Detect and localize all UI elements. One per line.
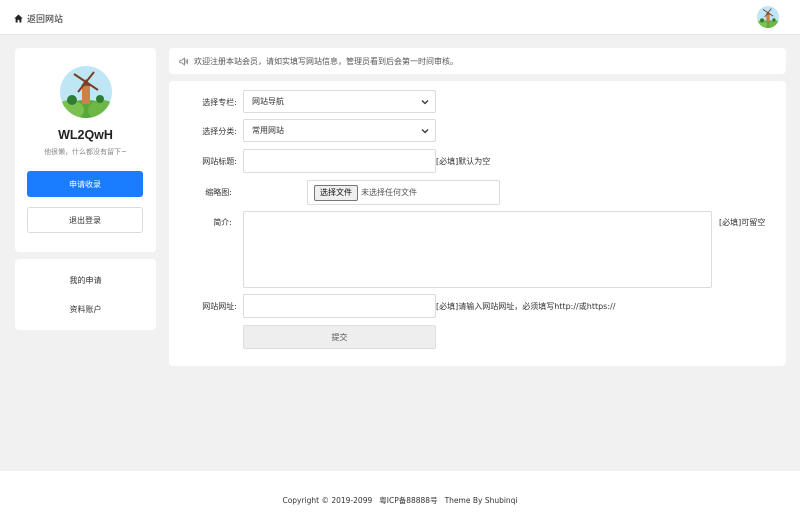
chevron-down-icon: [421, 100, 429, 105]
profile-card: WL2QwH 他很懒，什么都没有留下~ 申请收录 退出登录: [15, 48, 156, 252]
profile-avatar-icon: [60, 66, 112, 118]
footer: Copyright © 2019-2099 粤ICP备88888号 Theme …: [0, 471, 800, 530]
category-select-value: 常用网站: [252, 126, 284, 135]
site-title-hint: [必填]默认为空: [436, 157, 491, 166]
column-select-value: 网站导航: [252, 97, 284, 106]
intro-textarea[interactable]: [243, 211, 712, 288]
user-avatar-icon[interactable]: [757, 6, 779, 28]
site-title-label: 网站标题:: [202, 157, 237, 166]
site-url-hint: [必填]请输入网站网址，必须填写http://或https://: [436, 302, 616, 311]
site-title-input[interactable]: [243, 149, 436, 173]
thumbnail-file-input[interactable]: 选择文件 未选择任何文件: [307, 180, 500, 205]
category-label: 选择分类:: [202, 127, 237, 136]
top-bar: 返回网站: [0, 0, 800, 35]
site-url-label: 网站网址:: [202, 302, 237, 311]
submission-form: 选择专栏: 网站导航 选择分类: 常用网站 网站标题: [必填]默认为空 缩略图…: [169, 81, 786, 366]
copyright-text: Copyright © 2019-2099: [282, 496, 373, 505]
apply-listing-button[interactable]: 申请收录: [27, 171, 143, 197]
sidebar-item-account[interactable]: 资料账户: [15, 304, 156, 315]
speaker-icon: [179, 56, 189, 66]
intro-label: 简介:: [213, 218, 232, 227]
intro-hint: [必填]可留空: [719, 218, 766, 227]
logout-button[interactable]: 退出登录: [27, 207, 143, 233]
back-to-site-label: 返回网站: [27, 14, 64, 25]
icp-link[interactable]: 粤ICP备88888号: [379, 495, 437, 506]
notice-text: 欢迎注册本站会员，请如实填写网站信息，管理员看到后会第一时间审核。: [194, 56, 458, 66]
back-to-site-link[interactable]: 返回网站: [14, 11, 63, 25]
column-select[interactable]: 网站导航: [243, 90, 436, 113]
submit-button[interactable]: 提交: [243, 325, 436, 349]
sidebar-item-my-applications[interactable]: 我的申请: [15, 275, 156, 286]
site-url-input[interactable]: [243, 294, 436, 318]
home-icon: [14, 13, 23, 23]
column-label: 选择专栏:: [202, 98, 237, 107]
thumbnail-label: 缩略图:: [205, 188, 232, 197]
theme-credit: Theme By Shubinqi: [444, 496, 518, 505]
category-select[interactable]: 常用网站: [243, 119, 436, 142]
username: WL2QwH: [58, 128, 113, 142]
file-status-text: 未选择任何文件: [361, 188, 417, 197]
notice-bar: 欢迎注册本站会员，请如实填写网站信息，管理员看到后会第一时间审核。: [169, 48, 786, 74]
choose-file-button[interactable]: 选择文件: [314, 184, 358, 201]
chevron-down-icon: [421, 129, 429, 134]
sidebar-nav: 我的申请 资料账户: [15, 259, 156, 330]
user-bio: 他很懒，什么都没有留下~: [44, 148, 127, 156]
